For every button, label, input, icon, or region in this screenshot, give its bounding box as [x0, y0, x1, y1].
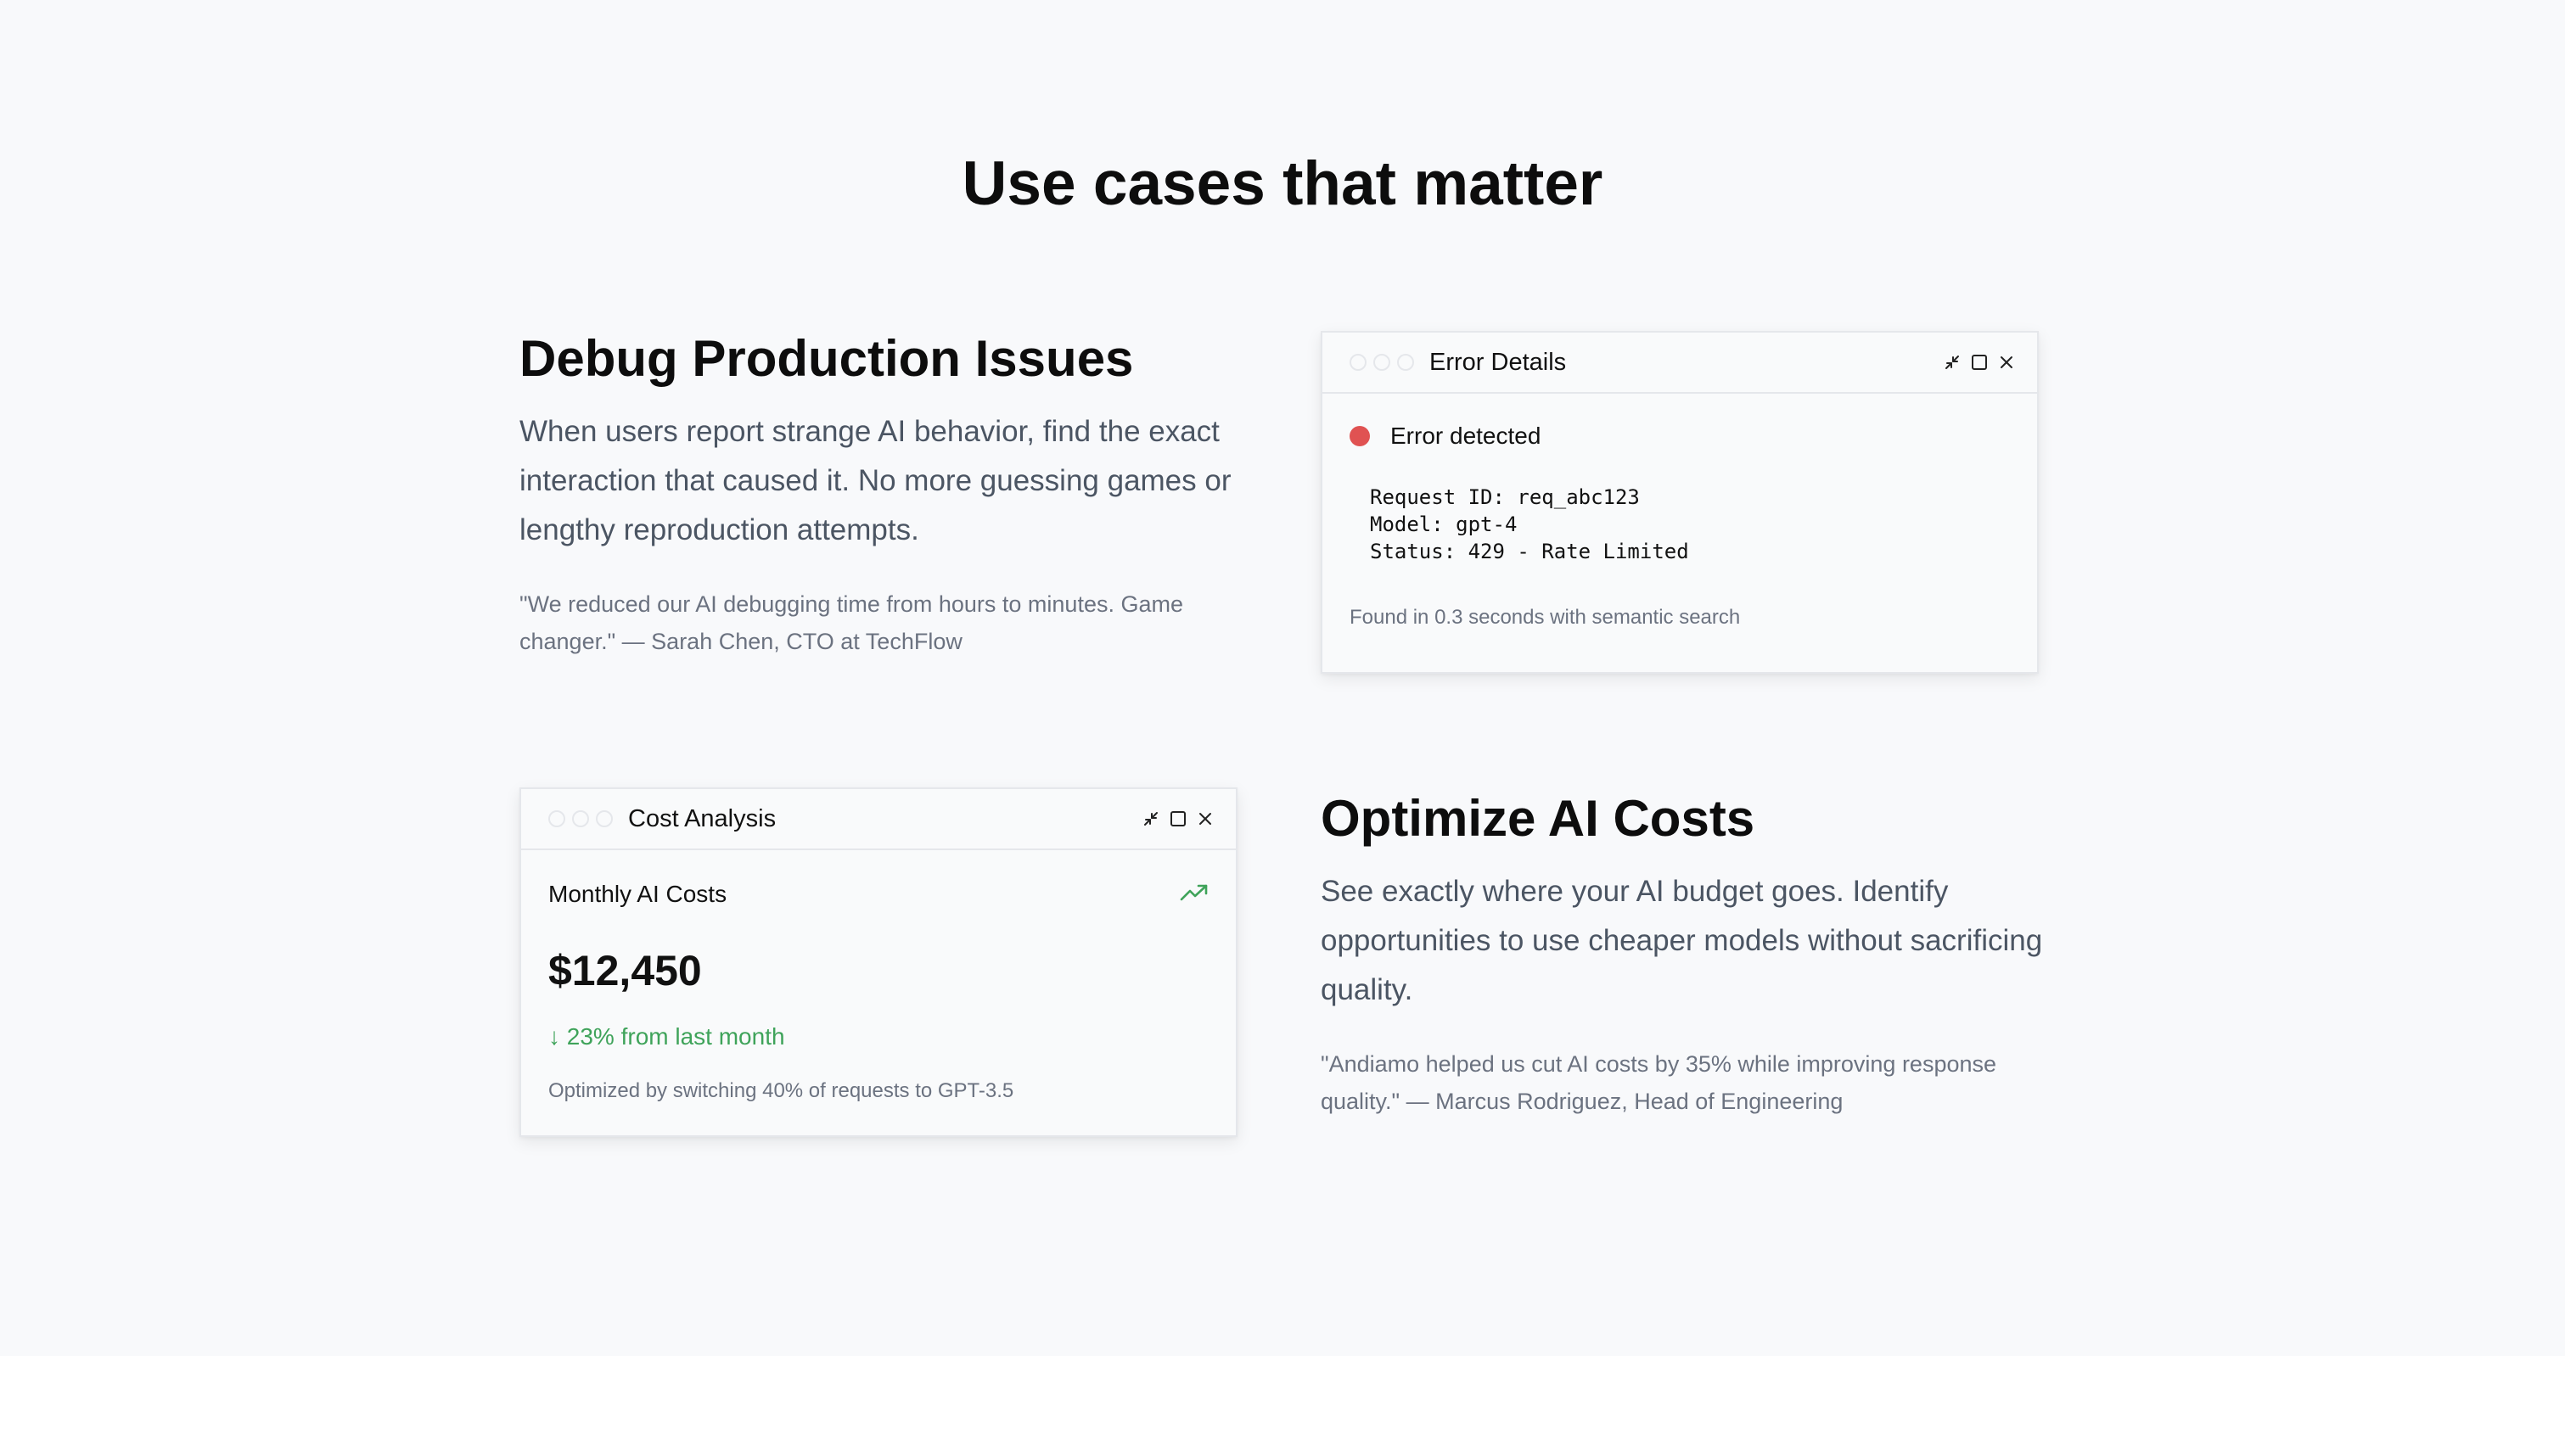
window-close-dot[interactable]	[1350, 354, 1367, 371]
window-traffic-lights	[548, 810, 613, 827]
maximize-icon[interactable]	[1971, 354, 1988, 371]
window-controls	[1142, 810, 1214, 827]
window-minimize-dot[interactable]	[572, 810, 589, 827]
cost-amount: $12,450	[548, 947, 702, 994]
error-footer-note: Found in 0.3 seconds with semantic searc…	[1350, 606, 1741, 629]
window-maximize-dot[interactable]	[596, 810, 613, 827]
error-status: Status: 429 - Rate Limited	[1370, 540, 1689, 563]
cost-footer-note: Optimized by switching 40% of requests t…	[548, 1079, 1014, 1102]
window-minimize-dot[interactable]	[1373, 354, 1390, 371]
error-request-id: Request ID: req_abc123	[1370, 485, 1640, 509]
window-title: Cost Analysis	[628, 804, 777, 832]
cost-change: ↓ 23% from last month	[548, 1023, 785, 1050]
trending-up-icon	[1180, 883, 1209, 906]
error-model: Model: gpt-4	[1370, 512, 1518, 536]
error-details-window: Error Details Error detected Request ID:…	[1321, 331, 2039, 674]
use-case-debug-heading: Debug Production Issues	[519, 330, 1134, 387]
error-details-code: Request ID: req_abc123 Model: gpt-4 Stat…	[1370, 484, 2010, 565]
use-case-costs-quote: "Andiamo helped us cut AI costs by 35% w…	[1321, 1051, 1997, 1114]
cost-analysis-window: Cost Analysis Monthly AI Costs $12,450 ↓…	[519, 787, 1238, 1137]
use-case-costs-description: See exactly where your AI budget goes. I…	[1321, 875, 2043, 1006]
close-icon[interactable]	[1197, 810, 1214, 827]
window-controls	[1944, 354, 2015, 371]
error-status-label: Error detected	[1390, 423, 1541, 449]
window-close-dot[interactable]	[548, 810, 565, 827]
window-title: Error Details	[1429, 348, 1567, 376]
close-icon[interactable]	[1998, 354, 2015, 371]
window-traffic-lights	[1350, 354, 1414, 371]
cost-header-row: Monthly AI Costs	[548, 881, 1209, 908]
use-case-costs-heading: Optimize AI Costs	[1321, 790, 1755, 847]
error-status-row: Error detected	[1350, 423, 2010, 450]
cost-label: Monthly AI Costs	[548, 881, 727, 907]
window-maximize-dot[interactable]	[1397, 354, 1414, 371]
page-title: Use cases that matter	[962, 149, 1603, 218]
error-status-indicator	[1350, 426, 1370, 446]
use-case-debug: Debug Production Issues When users repor…	[519, 328, 1266, 660]
use-case-costs: Optimize AI Costs See exactly where your…	[1321, 787, 2068, 1120]
collapse-icon[interactable]	[1944, 354, 1961, 371]
use-case-debug-quote: "We reduced our AI debugging time from h…	[519, 591, 1183, 654]
window-titlebar: Error Details	[1322, 333, 2037, 394]
use-cases-section: Use cases that matter Debug Production I…	[0, 0, 2565, 1356]
window-titlebar: Cost Analysis	[521, 789, 1236, 850]
error-details-body: Error detected Request ID: req_abc123 Mo…	[1322, 423, 2037, 630]
cost-analysis-body: Monthly AI Costs $12,450 ↓ 23% from last…	[521, 881, 1236, 1103]
collapse-icon[interactable]	[1142, 810, 1159, 827]
use-case-debug-description: When users report strange AI behavior, f…	[519, 415, 1232, 546]
maximize-icon[interactable]	[1170, 810, 1187, 827]
